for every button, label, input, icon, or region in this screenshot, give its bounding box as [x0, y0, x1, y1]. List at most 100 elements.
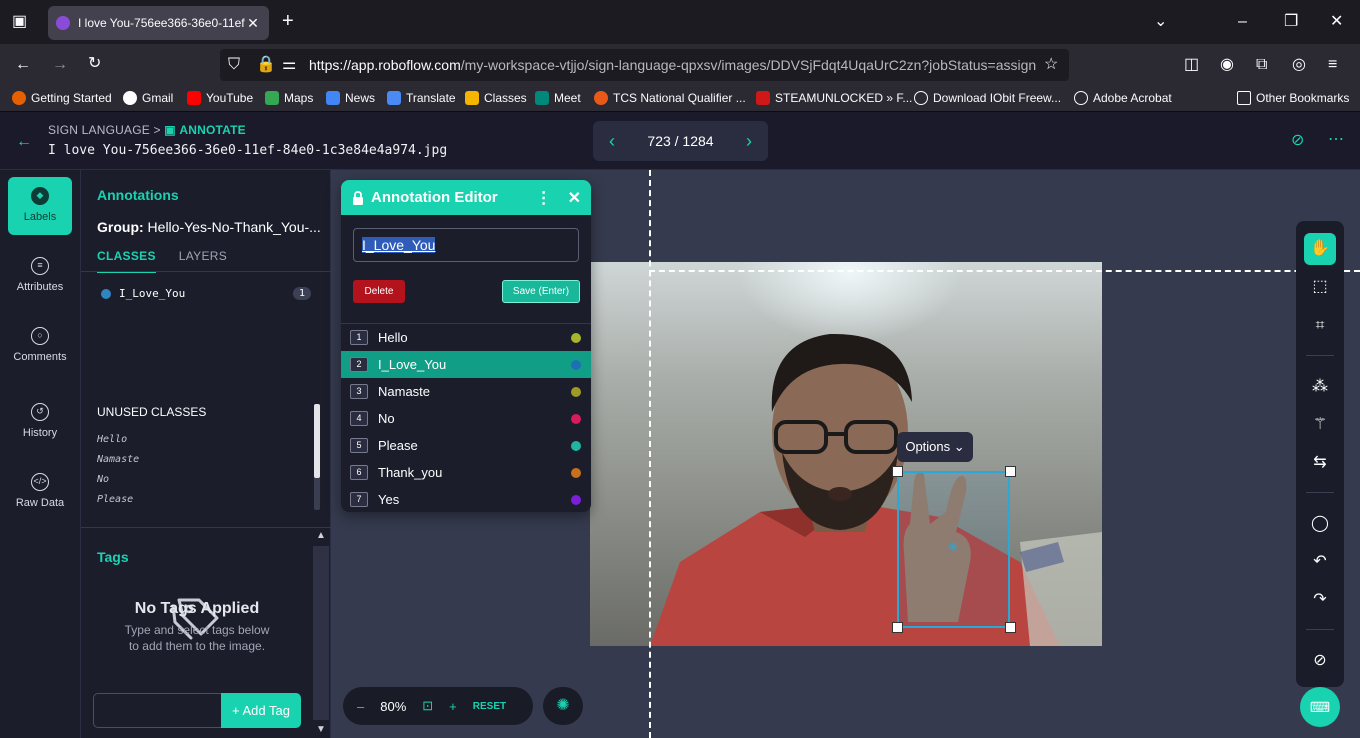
bookmark-meet[interactable]: Meet — [535, 91, 581, 105]
more-options-icon[interactable]: ⋯ — [1328, 132, 1344, 148]
hide-annotations-icon[interactable]: ⊘ — [1291, 133, 1304, 149]
resize-handle-bottom-left[interactable] — [892, 622, 903, 633]
nav-labels[interactable]: ◆ Labels — [8, 177, 72, 235]
zoom-in-icon[interactable]: + — [449, 699, 457, 714]
class-option-thank-you[interactable]: 6 Thank_you — [341, 459, 591, 486]
browser-tab[interactable]: I love You-756ee366-36e0-11ef- ✕ — [48, 6, 269, 40]
other-bookmarks[interactable]: Other Bookmarks — [1237, 91, 1349, 105]
close-icon[interactable]: ✕ — [568, 188, 581, 208]
class-color-dot — [571, 413, 581, 424]
bookmark-maps[interactable]: Maps — [265, 91, 313, 105]
hide-annotations-icon[interactable]: ⊘ — [1304, 645, 1336, 677]
comment-tool-icon[interactable]: ◯ — [1304, 508, 1336, 540]
bookmark-star-icon[interactable]: ☆ — [1044, 57, 1058, 73]
class-option-no[interactable]: 4 No — [341, 405, 591, 432]
class-option-i-love-you[interactable]: 2 I_Love_You — [341, 351, 591, 378]
next-image-icon[interactable]: › — [746, 131, 752, 152]
kebab-menu-icon[interactable]: ⋮ — [536, 188, 552, 208]
minimize-icon[interactable]: – — [1238, 14, 1247, 30]
forward-icon[interactable]: → — [52, 57, 68, 73]
tags-scrollbar[interactable]: ▲ ▼ — [313, 528, 329, 738]
nav-history[interactable]: ↺ History — [8, 393, 72, 451]
bookmark-youtube[interactable]: YouTube — [187, 91, 253, 105]
nav-comments[interactable]: ○ Comments — [8, 317, 72, 375]
keyboard-shortcuts-icon[interactable]: ⌨ — [1300, 687, 1340, 727]
zoom-out-icon[interactable]: – — [357, 699, 364, 714]
class-option-namaste[interactable]: 3 Namaste — [341, 378, 591, 405]
window-close-icon[interactable]: ✕ — [1330, 14, 1343, 30]
crumb-project[interactable]: SIGN LANGUAGE — [48, 123, 150, 137]
image-settings-icon[interactable]: ✺ — [543, 687, 583, 725]
reset-zoom-button[interactable]: RESET — [473, 701, 506, 712]
account-icon[interactable]: ◉ — [1220, 57, 1234, 73]
add-tag-button[interactable]: + Add Tag — [221, 693, 301, 728]
class-name-input[interactable]: I_Love_You — [353, 228, 579, 262]
extension-glasses-icon[interactable]: ◎ — [1292, 57, 1306, 73]
unused-class-item[interactable]: No — [97, 474, 109, 485]
class-option-please[interactable]: 5 Please — [341, 432, 591, 459]
scroll-down-icon[interactable]: ▼ — [316, 724, 326, 735]
reload-icon[interactable]: ↻ — [88, 56, 101, 72]
unused-class-item[interactable]: Hello — [97, 434, 127, 445]
permissions-icon[interactable]: ⚌ — [282, 57, 296, 73]
extensions-icon[interactable]: ⧉ — [1256, 57, 1267, 73]
bookmark-steamunlocked[interactable]: STEAMUNLOCKED » F... — [756, 91, 912, 105]
zoom-lock-icon[interactable]: ⊡ — [422, 698, 433, 714]
bookmark-news[interactable]: News — [326, 91, 375, 105]
nav-attributes[interactable]: ≡ Attributes — [8, 247, 72, 305]
bookmark-gmail[interactable]: Gmail — [123, 91, 173, 105]
class-option-hello[interactable]: 1 Hello — [341, 324, 591, 351]
bookmark-classes[interactable]: Classes — [465, 91, 527, 105]
magic-wand-icon[interactable]: ⚚ — [1304, 409, 1336, 441]
class-option-yes[interactable]: 7 Yes — [341, 486, 591, 512]
close-tab-icon[interactable]: ✕ — [245, 15, 261, 32]
bookmark-tcs[interactable]: TCS National Qualifier ... — [594, 91, 746, 105]
tab-layers[interactable]: LAYERS — [179, 249, 227, 273]
unused-class-item[interactable]: Please — [97, 494, 133, 505]
pan-hand-icon[interactable]: ✋ — [1304, 233, 1336, 265]
repeat-previous-icon[interactable]: ⇆ — [1304, 447, 1336, 479]
save-button[interactable]: Save (Enter) — [502, 280, 580, 303]
restore-icon[interactable]: ❐ — [1284, 14, 1298, 30]
prev-image-icon[interactable]: ‹ — [609, 131, 615, 152]
bookmark-adobe-acrobat[interactable]: Adobe Acrobat — [1074, 91, 1172, 105]
pocket-icon[interactable]: ◫ — [1184, 57, 1199, 73]
nav-raw-data[interactable]: </> Raw Data — [8, 463, 72, 521]
back-arrow-icon[interactable]: ← — [16, 134, 32, 150]
class-list-item[interactable]: I_Love_You 1 — [101, 287, 311, 300]
annotation-group[interactable]: Group: Hello-Yes-No-Thank_You-... — [97, 219, 321, 235]
polygon-tool-icon[interactable]: ⌗ — [1304, 310, 1336, 342]
lock-icon[interactable]: 🔒 — [256, 57, 276, 73]
delete-button[interactable]: Delete — [353, 280, 405, 303]
editor-header[interactable]: Annotation Editor ⋮ ✕ — [341, 180, 591, 215]
app-menu-icon[interactable]: ≡ — [1328, 57, 1337, 73]
tag-input[interactable] — [93, 693, 223, 728]
app-header: ← SIGN LANGUAGE > ▣ ANNOTATE I love You-… — [0, 112, 1360, 170]
annotated-image[interactable] — [590, 262, 1102, 646]
classroom-icon — [465, 91, 479, 105]
resize-handle-bottom-right[interactable] — [1005, 622, 1016, 633]
class-color-dot — [571, 467, 581, 478]
undo-icon[interactable]: ↶ — [1304, 546, 1336, 578]
options-button[interactable]: Options ⌄ — [897, 432, 973, 462]
new-tab-icon[interactable]: + — [282, 11, 294, 31]
address-bar[interactable]: ⛉ 🔒 ⚌ https://app.roboflow.com/my-worksp… — [220, 49, 1069, 81]
bookmark-translate[interactable]: Translate — [387, 91, 456, 105]
back-icon[interactable]: ← — [15, 57, 31, 73]
resize-handle-top-left[interactable] — [892, 466, 903, 477]
lock-icon[interactable] — [351, 190, 365, 205]
unused-class-item[interactable]: Namaste — [97, 454, 139, 465]
bookmark-iobit[interactable]: Download IObit Freew... — [914, 91, 1061, 105]
bookmark-getting-started[interactable]: Getting Started — [12, 91, 112, 105]
scroll-up-icon[interactable]: ▲ — [316, 530, 326, 541]
tab-list-chevron-icon[interactable]: ⌄ — [1154, 14, 1167, 30]
unused-scrollbar[interactable] — [314, 404, 320, 510]
redo-icon[interactable]: ↷ — [1304, 584, 1336, 616]
shield-icon[interactable]: ⛉ — [228, 57, 240, 73]
bounding-box[interactable]: ✳ — [897, 471, 1010, 628]
resize-handle-top-right[interactable] — [1005, 466, 1016, 477]
tab-overview-icon[interactable]: ▣ — [12, 14, 27, 30]
bounding-box-tool-icon[interactable]: ⬚ — [1304, 271, 1336, 303]
smart-select-icon[interactable]: ⁂ — [1304, 371, 1336, 403]
tab-classes[interactable]: CLASSES — [97, 249, 156, 273]
